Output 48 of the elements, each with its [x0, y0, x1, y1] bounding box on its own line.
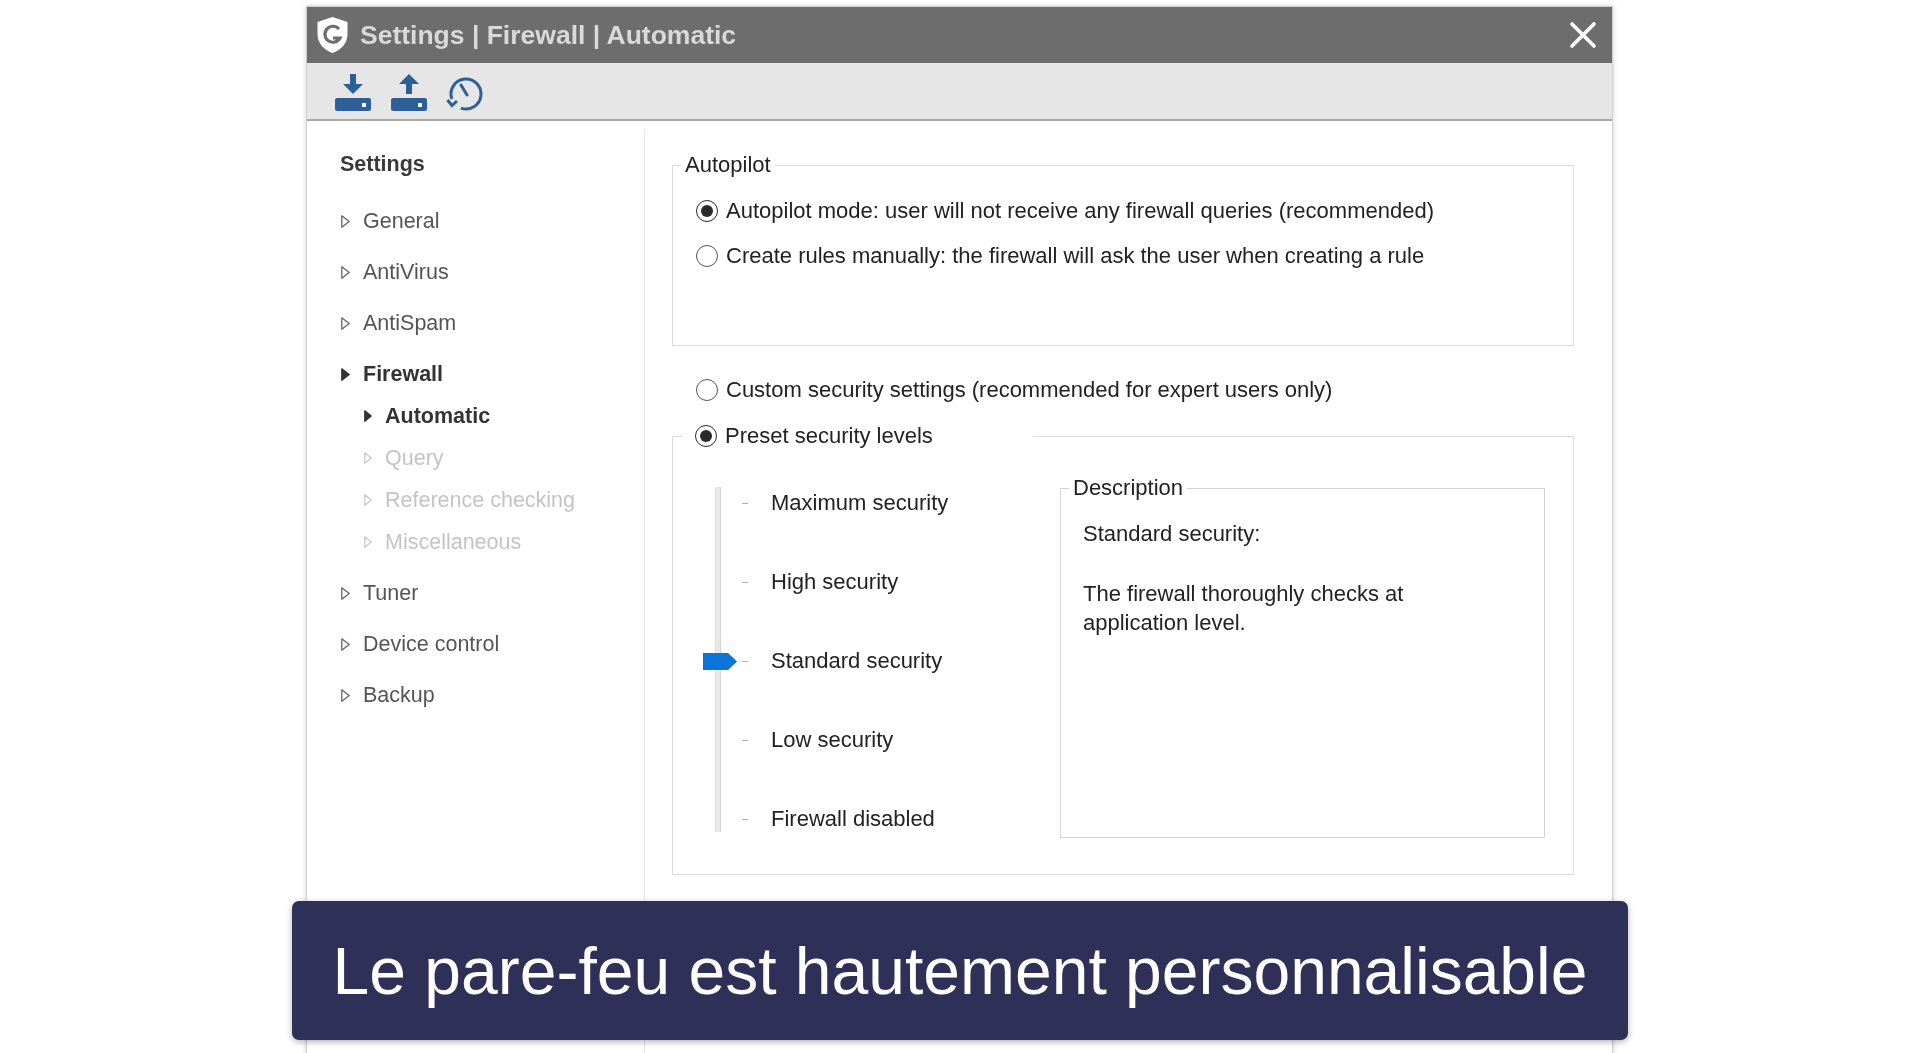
radio-option[interactable]: Custom security settings (recommended for expert users only): [696, 375, 1333, 405]
tree-item[interactable]: Automatic: [364, 395, 491, 437]
triangle-icon: [341, 316, 350, 330]
triangle-icon: [341, 367, 350, 381]
tick-mark-icon: [742, 739, 748, 741]
radio-option[interactable]: Create rules manually: the firewall will ask the user when creating a rule: [696, 241, 1425, 271]
sidebar-heading: Settings: [340, 152, 425, 176]
upload-icon: [389, 73, 429, 113]
triangle-icon: [364, 536, 372, 548]
triangle-icon: [341, 688, 350, 702]
level-label: Maximum security: [771, 491, 949, 515]
level-label: Firewall disabled: [771, 807, 935, 831]
tick-mark-icon: [742, 660, 748, 662]
download-icon: [333, 73, 373, 113]
triangle-icon: [341, 265, 350, 279]
tree-item[interactable]: Firewall: [341, 353, 444, 395]
level-label: High security: [771, 570, 899, 594]
export-button[interactable]: [389, 73, 429, 113]
tick-mark-icon: [742, 818, 748, 820]
tree-item[interactable]: Backup: [341, 674, 435, 716]
tick-mark-icon: [742, 581, 748, 583]
tree-item[interactable]: General: [341, 200, 440, 242]
triangle-icon: [341, 586, 350, 600]
window-title: Settings | Firewall | Automatic: [360, 19, 737, 51]
import-button[interactable]: [333, 73, 373, 113]
tree-item[interactable]: Device control: [341, 623, 500, 665]
description-title: Standard security:: [1083, 522, 1261, 546]
caption-text: Le pare-feu est hautement personnalisable: [332, 932, 1588, 1009]
close-button[interactable]: [1568, 20, 1598, 50]
slider-thumb[interactable]: [703, 652, 737, 670]
shield-logo-icon: [316, 16, 349, 54]
description-text: The firewall thoroughly checks at application level.: [1083, 580, 1405, 637]
triangle-icon: [341, 214, 350, 228]
radio-option[interactable]: Autopilot mode: user will not receive any firewall queries (recommended): [696, 196, 1434, 226]
tree-item[interactable]: Tuner: [341, 572, 419, 614]
level-label: Low security: [771, 728, 894, 752]
triangle-icon: [364, 410, 372, 422]
close-icon: [1569, 21, 1597, 49]
tick-mark-icon: [742, 502, 748, 504]
group-title: Description: [1072, 476, 1185, 500]
triangle-icon: [364, 452, 372, 464]
triangle-icon: [364, 494, 372, 506]
triangle-icon: [341, 637, 350, 651]
tree-item[interactable]: AntiVirus: [341, 251, 449, 293]
tree-item[interactable]: AntiSpam: [341, 302, 457, 344]
radio-option[interactable]: Preset security levels: [695, 421, 933, 451]
group-title: Autopilot: [684, 153, 772, 177]
level-label: Standard security: [771, 649, 943, 673]
